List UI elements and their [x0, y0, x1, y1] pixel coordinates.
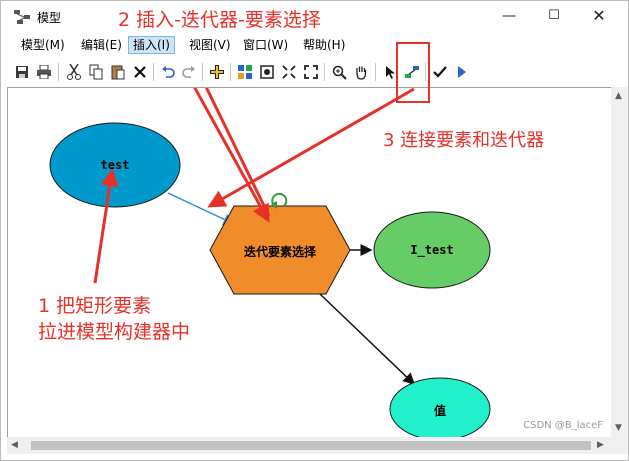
close-button[interactable]: ✕ — [589, 7, 609, 25]
pan-icon[interactable] — [351, 62, 371, 82]
undo-icon[interactable] — [158, 62, 178, 82]
annotation-step2: 2 插入-迭代器-要素选择 — [118, 9, 321, 31]
menu-model[interactable]: 模型(M) — [17, 36, 69, 54]
toolbar — [1, 59, 628, 85]
fit-icon[interactable] — [279, 62, 299, 82]
copy-icon[interactable] — [86, 62, 106, 82]
menu-edit[interactable]: 编辑(E) — [77, 36, 126, 54]
save-icon[interactable] — [12, 62, 32, 82]
validate-icon[interactable] — [430, 62, 450, 82]
auto-layout-icon[interactable] — [235, 62, 255, 82]
menu-view[interactable]: 视图(V) — [185, 36, 235, 54]
scroll-corner — [611, 437, 628, 454]
scroll-left-icon[interactable]: ◀ — [11, 440, 18, 450]
input-node-label: test — [100, 158, 130, 172]
menu-bar: 模型(M) 编辑(E) 插入(I) 视图(V) 窗口(W) 帮助(H) — [1, 34, 628, 56]
output-node-label: I_test — [410, 243, 454, 257]
scroll-up-icon[interactable]: ▲ — [615, 91, 622, 101]
window-title: 模型 — [37, 11, 62, 25]
value-node-label: 值 — [433, 404, 446, 418]
maximize-button[interactable]: ☐ — [544, 7, 564, 25]
print-icon[interactable] — [34, 62, 54, 82]
model-window: 模型 — ☐ ✕ 模型(M) 编辑(E) 插入(I) 视图(V) 窗口(W) 帮… — [0, 0, 629, 461]
iterator-node-label: 迭代要素选择 — [243, 245, 316, 259]
add-data-icon[interactable] — [207, 62, 227, 82]
scroll-down-icon[interactable]: ▼ — [615, 423, 622, 433]
horizontal-scrollbar[interactable]: ◀ ▶ — [7, 437, 611, 454]
annotation-step1-line1: 1 把矩形要素 — [38, 295, 152, 317]
menu-help[interactable]: 帮助(H) — [299, 36, 349, 54]
paste-icon[interactable] — [108, 62, 128, 82]
watermark: CSDN @B_laceF — [523, 420, 603, 431]
delete-icon[interactable] — [130, 62, 150, 82]
horizontal-scroll-thumb[interactable] — [31, 441, 591, 450]
annotation-step3: 3 连接要素和迭代器 — [383, 130, 545, 151]
menu-insert[interactable]: 插入(I) — [128, 36, 175, 54]
model-canvas[interactable]: test 迭代要素选择 I_test 值 1 把矩形要素 拉进模型构建器中 3 … — [7, 87, 611, 437]
zoom-in-icon[interactable] — [329, 62, 349, 82]
scroll-right-icon[interactable]: ▶ — [597, 440, 604, 450]
run-icon[interactable] — [452, 62, 472, 82]
full-extent-icon[interactable] — [257, 62, 277, 82]
connector-iterator-value[interactable] — [319, 293, 416, 386]
redo-icon[interactable] — [179, 62, 199, 82]
minimize-button[interactable]: — — [499, 7, 519, 25]
cut-icon[interactable] — [64, 62, 84, 82]
annotation-step1-line2: 拉进模型构建器中 — [38, 321, 191, 343]
vertical-scrollbar[interactable]: ▲ ▼ — [611, 87, 628, 437]
menu-window[interactable]: 窗口(W) — [239, 36, 292, 54]
zoom-extent-icon[interactable] — [301, 62, 321, 82]
connect-tool-highlight — [396, 42, 430, 103]
model-app-icon — [14, 10, 30, 24]
